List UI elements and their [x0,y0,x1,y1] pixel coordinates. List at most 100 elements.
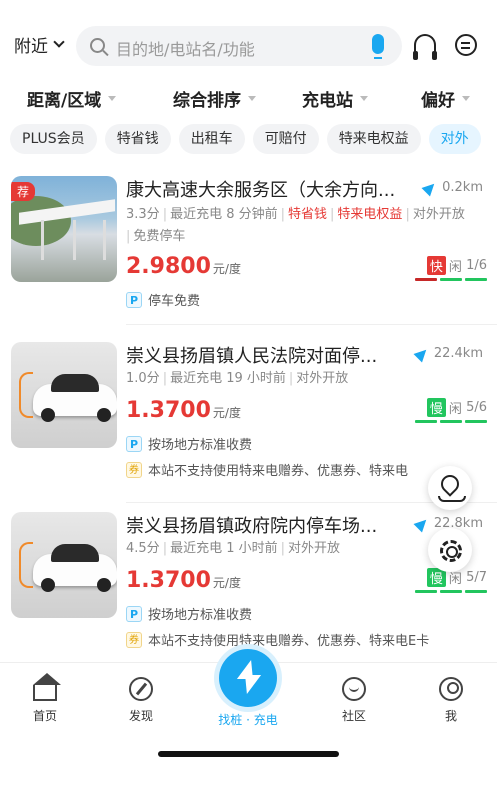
fast-charge-tag: 快 [426,256,446,275]
chip-taxi[interactable]: 出租车 [178,124,245,154]
navigation-arrow-icon[interactable] [413,515,431,532]
last-charge: 最近充电 19 小时前 [170,371,286,386]
filter-sort-label: 综合排序 [173,91,241,111]
price: 2.9800 元/度 [126,254,241,279]
station-photo: 荐 [11,176,117,282]
parking-info: P 停车免费 [126,290,200,309]
parking-info-text: 按场地方标准收费 [148,608,253,623]
chip-compensation[interactable]: 可赔付 [252,124,319,154]
access-status: 对外开放 [288,541,341,556]
station-title[interactable]: 崇义县扬眉镇政府院内停车场... [126,512,416,538]
free-label: 闲 [448,402,462,417]
tab-me[interactable]: 我 [411,677,491,724]
station-card[interactable]: 崇义县扬眉镇政府院内停车场... 22.8km 4.5分 | 最近充电 1 小时前 |… [0,508,497,658]
home-icon [33,673,61,701]
availability-bars [409,278,487,281]
access-status: 对外开放 [412,207,465,222]
chevron-down-icon [53,36,65,48]
slow-charge-tag: 慢 [426,398,446,417]
settings-gear-icon[interactable] [428,528,472,572]
last-charge: 最近充电 8 分钟前 [170,207,278,222]
station-meta: 3.3分 | 最近充电 8 分钟前 | 特省钱 | 特来电权益 | 对外开放 | 免费停车 [126,207,465,244]
filter-distance-label: 距离/区域 [27,91,102,111]
coupon-info: 券本站不支持使用特来电赠券、优惠券、特来电 [126,460,408,479]
map-location-button[interactable] [428,466,472,510]
user-icon [439,677,463,701]
distance-text: 22.4km [433,346,483,361]
price: 1.3700 元/度 [126,398,241,423]
distance-text: 0.2km [442,180,483,195]
price: 1.3700 元/度 [126,568,241,593]
customer-service-icon[interactable] [413,34,437,60]
parking-info-text: 按场地方标准收费 [148,438,253,453]
message-icon[interactable] [455,34,477,56]
caret-down-icon [360,96,368,101]
parking-note: 免费停车 [133,229,186,244]
price-unit: 元/度 [212,576,241,590]
last-charge: 最近充电 1 小时前 [170,541,278,556]
station-score: 4.5分 [126,541,160,556]
price-value: 1.3700 [126,398,211,423]
navigation-arrow-icon[interactable] [421,179,439,196]
station-card[interactable]: 荐 康大高速大余服务区（大余方向... 0.2km 3.3分 | 最近充电 8 分钟… [0,168,497,328]
filter-row: 距离/区域 综合排序 充电站 偏好 [0,80,497,116]
search-icon [90,38,105,53]
free-count: 1/6 [466,258,487,273]
price-unit: 元/度 [212,262,241,276]
filter-station-type-label: 充电站 [302,91,353,111]
filter-station-type[interactable]: 充电站 [302,86,368,111]
price-unit: 元/度 [212,406,241,420]
chip-benefits[interactable]: 特来电权益 [326,124,421,154]
station-distance: 22.4km [413,345,483,362]
availability-bars [409,590,487,593]
tab-discover-label: 发现 [128,709,153,723]
coupon-info-text: 本站不支持使用特来电赠券、优惠券、特来电 [148,464,409,479]
chip-plus-member[interactable]: PLUS会员 [10,124,97,154]
filter-preference-label: 偏好 [421,91,455,111]
station-score: 1.0分 [126,371,160,386]
search-placeholder[interactable]: 目的地/电站名/功能 [116,36,255,60]
access-status: 对外开放 [296,371,349,386]
station-title[interactable]: 康大高速大余服务区（大余方向... [126,176,416,202]
divider [126,324,497,325]
tag-save-money: 特省钱 [288,207,328,222]
tab-home[interactable]: 首页 [5,673,85,724]
chip-save-money[interactable]: 特省钱 [104,124,171,154]
location-selector[interactable]: 附近 [14,32,65,57]
find-charger-button[interactable] [219,649,277,707]
parking-icon: P [126,291,142,308]
home-indicator[interactable] [158,751,339,757]
parking-icon: P [126,605,142,622]
caret-down-icon [248,96,256,101]
tab-home-label: 首页 [32,709,57,723]
tab-community-label: 社区 [341,709,366,723]
compass-icon [129,677,153,701]
parking-info-text: 停车免费 [148,294,201,309]
caret-down-icon [108,96,117,101]
quick-filter-chips: PLUS会员 特省钱 出租车 可赔付 特来电权益 对外 [10,124,497,156]
navigation-arrow-icon[interactable] [413,345,431,362]
recommended-badge: 荐 [11,182,36,201]
tag-benefits: 特来电权益 [337,207,403,222]
price-value: 2.9800 [126,254,211,279]
coupon-icon: 券 [126,461,142,478]
filter-preference[interactable]: 偏好 [421,86,470,111]
availability-bars [409,420,487,423]
tab-discover[interactable]: 发现 [101,677,181,724]
filter-sort[interactable]: 综合排序 [173,86,256,111]
station-title[interactable]: 崇义县扬眉镇人民法院对面停... [126,342,416,368]
parking-info: P 按场地方标准收费 [126,604,252,623]
tab-community[interactable]: 社区 [314,677,394,724]
parking-icon: P [126,435,142,452]
filter-distance[interactable]: 距离/区域 [27,86,117,111]
caret-down-icon [462,96,470,101]
search-bar[interactable]: 目的地/电站名/功能 [76,26,402,66]
microphone-icon[interactable] [372,34,384,59]
station-card[interactable]: 崇义县扬眉镇人民法院对面停... 22.4km 1.0分 | 最近充电 19 小时前… [0,338,497,508]
tab-me-label: 我 [444,709,457,723]
free-count: 5/7 [466,570,487,585]
bottom-tab-bar: 首页 发现 找桩 · 充电 社区 我 [0,649,497,788]
availability: 慢闲 5/6 [409,398,487,423]
chip-public-open[interactable]: 对外 [428,124,481,154]
tab-find-charger-label[interactable]: 找桩 · 充电 [208,711,288,728]
